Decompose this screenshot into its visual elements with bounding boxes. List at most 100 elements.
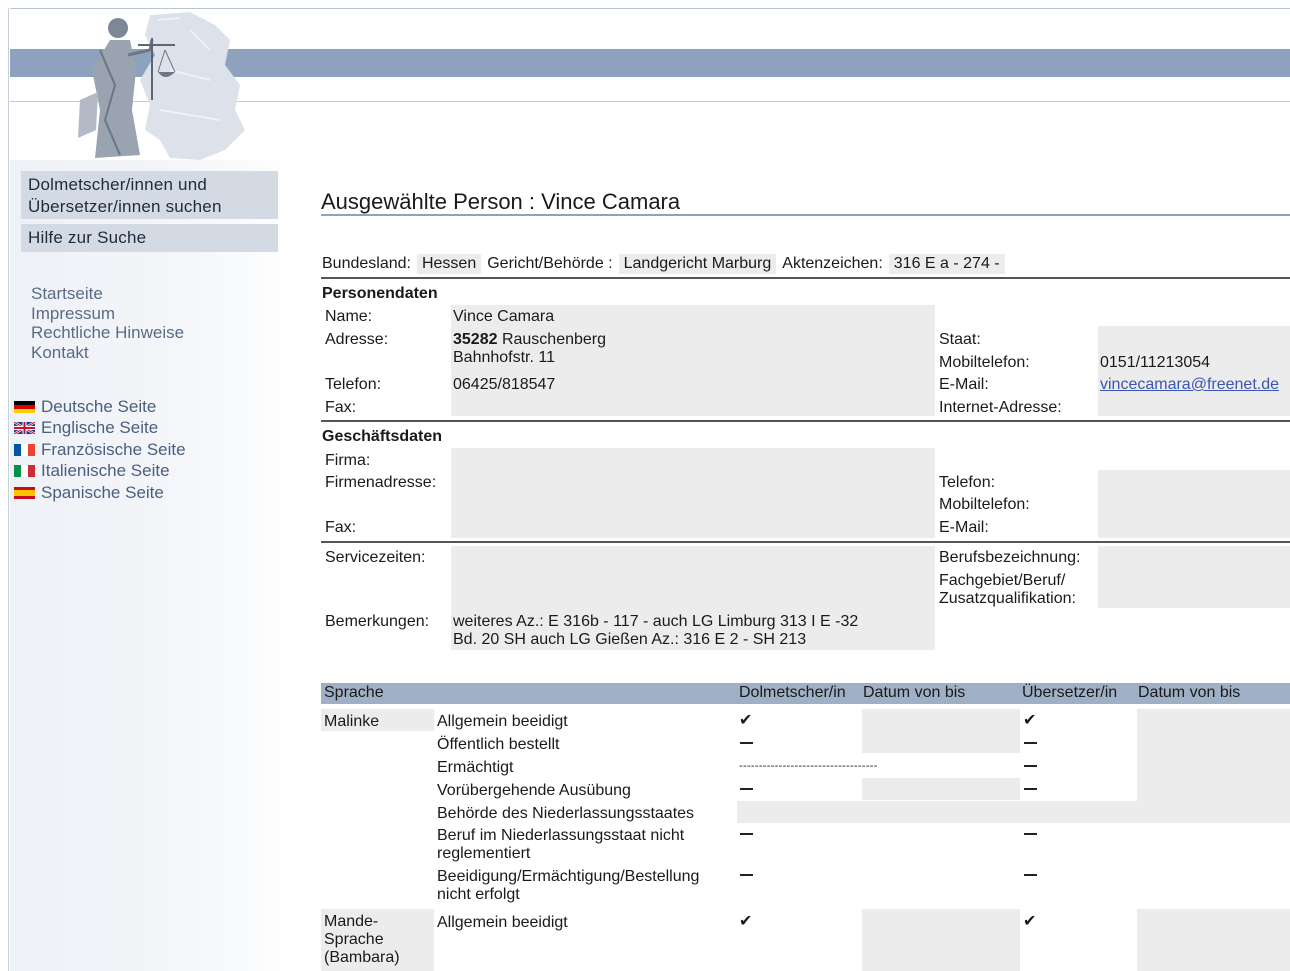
page-title: Ausgewählte Person : Vince Camara — [321, 189, 681, 214]
row-beruf-line-2: reglementiert — [437, 845, 531, 862]
authority-cell — [737, 801, 1290, 823]
company-address-label: Firmenadresse: — [325, 474, 437, 491]
aktenzeichen-label: Aktenzeichen: — [782, 255, 883, 272]
row-beeidigung-line-2: nicht erfolgt — [437, 886, 520, 903]
date-cell — [1137, 909, 1290, 971]
dash-icon — [740, 742, 753, 744]
lang-link-label: Französische Seite — [41, 439, 186, 459]
name-value: Vince Camara — [453, 308, 555, 325]
divider — [321, 541, 1290, 543]
spanish-flag-icon — [14, 486, 35, 499]
job-title-label: Berufsbezeichnung: — [939, 549, 1081, 566]
language-links: Deutsche Seite Englische Seite Französis… — [14, 396, 186, 504]
lang-link-spanish[interactable]: Spanische Seite — [14, 482, 186, 504]
phone-label: Telefon: — [325, 376, 382, 393]
plz-value: 35282 — [453, 331, 498, 348]
service-times-label: Servicezeiten: — [325, 549, 426, 566]
address-label: Adresse: — [325, 331, 389, 348]
link-kontakt[interactable]: Kontakt — [31, 343, 184, 363]
email-link[interactable]: vincecamara@freenet.de — [1100, 375, 1290, 394]
row-beruf-line-1: Beruf im Niederlassungsstaat nicht — [437, 827, 685, 844]
check-icon: ✔ — [1023, 913, 1037, 930]
mobile-label: Mobiltelefon: — [939, 354, 1030, 371]
business-mobile-label: Mobiltelefon: — [939, 496, 1030, 513]
case-info-bar: Bundesland: Hessen Gericht/Behörde : Lan… — [322, 253, 1011, 275]
row-ermaechtigt: Ermächtigt — [437, 759, 514, 776]
business-values-panel — [451, 448, 935, 538]
notes-label: Bemerkungen: — [325, 613, 430, 630]
link-impressum[interactable]: Impressum — [31, 304, 184, 324]
check-icon: ✔ — [1023, 712, 1037, 729]
link-startseite[interactable]: Startseite — [31, 284, 184, 304]
lang-link-french[interactable]: Französische Seite — [14, 439, 186, 461]
aktenzeichen-value: 316 E a - 274 - — [888, 254, 1005, 274]
row-behoerde: Behörde des Niederlassungsstaates — [437, 805, 695, 822]
header-uebersetzer: Übersetzer/in — [1022, 684, 1118, 701]
language-mande-line-3: (Bambara) — [324, 949, 400, 966]
dash-icon — [1024, 788, 1037, 790]
lang-link-label: Deutsche Seite — [41, 396, 157, 416]
gericht-label: Gericht/Behörde : — [487, 255, 613, 272]
address-street: Bahnhofstr. 11 — [453, 349, 555, 366]
mobile-value: 0151/11213054 — [1100, 354, 1211, 371]
website-label: Internet-Adresse: — [939, 399, 1062, 416]
row-beeidigung-line-1: Beeidigung/Ermächtigung/Bestellung — [437, 868, 700, 885]
bundesland-label: Bundesland: — [322, 255, 411, 272]
header-dolmetscher-datum: Datum von bis — [863, 684, 966, 701]
title-underline — [321, 214, 1290, 216]
dash-icon — [1024, 833, 1037, 835]
header-dolmetscher: Dolmetscher/in — [739, 684, 846, 701]
justitia-logo — [78, 12, 245, 160]
divider — [321, 420, 1290, 422]
row-allgemein-beeidigt-2: Allgemein beeidigt — [437, 914, 568, 931]
date-cell — [862, 778, 1020, 800]
date-cell — [862, 709, 1020, 753]
language-mande-line-1: Mande- — [324, 913, 379, 930]
dotted-line: ----------------------------------- — [739, 760, 878, 772]
german-flag-icon — [14, 400, 35, 413]
firma-label: Firma: — [325, 452, 371, 469]
lang-link-english[interactable]: Englische Seite — [14, 418, 186, 440]
email-label: E-Mail: — [939, 376, 989, 393]
header-top-line — [10, 8, 1290, 9]
header-uebersetzer-datum: Datum von bis — [1138, 684, 1241, 701]
person-section-heading: Personendaten — [322, 285, 438, 302]
date-cell — [862, 909, 1020, 971]
dash-icon — [740, 788, 753, 790]
staat-label: Staat: — [939, 331, 981, 348]
phone-value: 06425/818547 — [453, 376, 556, 393]
row-voruebergehende-ausuebung: Vorübergehende Ausübung — [437, 782, 631, 799]
sidebar — [10, 160, 300, 971]
sidebar-links: Startseite Impressum Rechtliche Hinweise… — [31, 284, 184, 362]
dash-icon — [740, 833, 753, 835]
language-mande-line-2: Sprache — [324, 931, 384, 948]
lang-link-label: Englische Seite — [41, 418, 159, 438]
fax-label: Fax: — [325, 399, 357, 416]
language-malinke: Malinke — [324, 713, 380, 730]
search-help-button[interactable]: Hilfe zur Suche — [21, 224, 278, 252]
uk-flag-icon — [14, 422, 35, 435]
lang-link-label: Italienische Seite — [41, 461, 170, 481]
business-fax-label: Fax: — [325, 519, 357, 536]
lang-link-german[interactable]: Deutsche Seite — [14, 396, 186, 418]
date-cell — [1137, 709, 1290, 802]
gericht-value: Landgericht Marburg — [618, 254, 777, 274]
lang-link-label: Spanische Seite — [41, 482, 164, 502]
address-line-1: 35282 Rauschenberg — [453, 330, 606, 349]
row-oeffentlich-bestellt: Öffentlich bestellt — [437, 736, 560, 753]
divider — [321, 277, 1290, 279]
lang-link-italian[interactable]: Italienische Seite — [14, 461, 186, 483]
search-translators-button[interactable]: Dolmetscher/innen und Übersetzer/innen s… — [21, 171, 278, 219]
business-phone-label: Telefon: — [939, 474, 996, 491]
city-value: Rauschenberg — [497, 331, 607, 348]
bundesland-value: Hessen — [416, 254, 482, 274]
link-rechtliche-hinweise[interactable]: Rechtliche Hinweise — [31, 323, 184, 343]
header-sprache: Sprache — [324, 684, 384, 701]
dash-icon — [1024, 765, 1037, 767]
field-label-1: Fachgebiet/Beruf/ — [939, 572, 1066, 589]
name-label: Name: — [325, 308, 373, 325]
check-icon: ✔ — [739, 712, 753, 729]
italian-flag-icon — [14, 465, 35, 478]
notes-line-1: weiteres Az.: E 316b - 117 - auch LG Lim… — [453, 613, 859, 630]
notes-line-2: Bd. 20 SH auch LG Gießen Az.: 316 E 2 - … — [453, 631, 807, 648]
